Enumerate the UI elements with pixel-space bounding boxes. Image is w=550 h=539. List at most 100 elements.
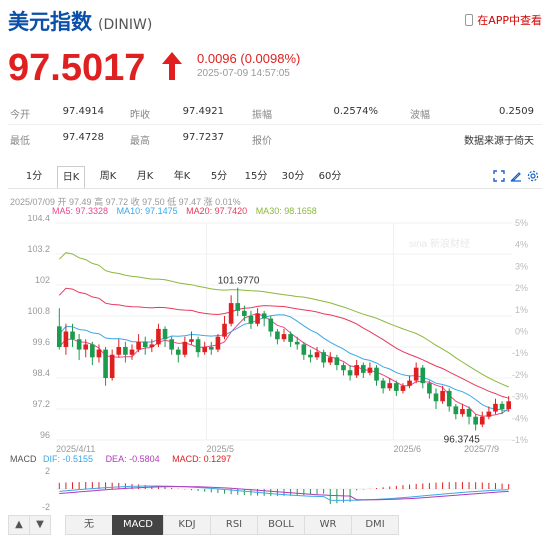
indicator-tab-boll[interactable]: BOLL — [257, 515, 305, 535]
sina-watermark: sina 新浪财经 — [409, 237, 470, 250]
candle-body — [407, 380, 412, 386]
stat-label: 报价 — [252, 136, 272, 147]
x-axis-label: 2025/6 — [393, 444, 421, 454]
candle-body — [228, 303, 234, 324]
y-tick-label: 103.2 — [27, 244, 50, 254]
y-tick-label: 96 — [40, 430, 50, 440]
candle-body — [182, 341, 188, 355]
candle-body — [169, 339, 174, 350]
y-right-tick-label: -1% — [512, 435, 528, 445]
macd-chart[interactable]: 2 -2 — [0, 464, 550, 514]
fullscreen-icon[interactable] — [493, 170, 505, 182]
candle-body — [96, 349, 102, 358]
candlestick-chart[interactable]: 104.4 103.2 102 100.8 99.6 98.4 97.2 96 5% 4% 3% 2%… — [0, 215, 550, 455]
candle-body — [83, 344, 89, 350]
candle-body — [63, 331, 69, 347]
stat-label: 昨收 — [130, 110, 150, 121]
candle-body — [123, 347, 128, 355]
stat-value: 0.2509 — [499, 106, 534, 117]
tab-monthly-k[interactable]: 月K — [131, 166, 159, 188]
current-price: 97.5017 — [8, 47, 146, 89]
scroll-down-button[interactable]: ▼ — [29, 515, 51, 535]
y-tick-label: 100.8 — [27, 306, 50, 316]
stat-label: 振幅 — [252, 110, 272, 121]
x-axis-label: 2025/4/11 — [56, 444, 95, 454]
candle-body — [427, 383, 432, 394]
candle-body — [261, 313, 267, 319]
indicator-tab-kdj[interactable]: KDJ — [163, 515, 211, 535]
tab-60min[interactable]: 60分 — [316, 166, 344, 188]
candle-body — [70, 331, 75, 340]
stats-row: 今开 97.4914 昨收 97.4921 振幅 0.2574% 波幅 0.25… — [0, 99, 550, 124]
candle-body — [189, 339, 194, 342]
index-name: 美元指数 — [8, 10, 92, 34]
candle-body — [446, 390, 452, 407]
candle-body — [149, 344, 155, 347]
candle-body — [202, 347, 208, 353]
candle-body — [222, 323, 227, 337]
data-source-note: 数据来源于倚天 — [464, 136, 534, 147]
tab-15min[interactable]: 15分 — [242, 166, 270, 188]
y-right-tick-label: 4% — [515, 240, 528, 250]
candle-body — [175, 349, 181, 355]
indicator-tab-wr[interactable]: WR — [304, 515, 352, 535]
candle-body — [499, 403, 505, 409]
candle-body — [506, 401, 512, 409]
candle-body — [275, 331, 280, 340]
candle-body — [248, 316, 254, 324]
candle-body — [76, 339, 82, 350]
index-code: (DINIW) — [98, 17, 153, 33]
candle-body — [420, 367, 426, 384]
tabs-divider — [8, 188, 542, 189]
tab-1min[interactable]: 1分 — [20, 166, 48, 188]
tab-yearly-k[interactable]: 年K — [168, 166, 196, 188]
candle-body — [195, 339, 201, 353]
open-in-app-label: 在APP中查看 — [477, 14, 542, 27]
indicator-tab-none[interactable]: 无 — [65, 515, 113, 535]
ma20-line — [58, 287, 509, 399]
y-right-tick-label: -4% — [512, 413, 528, 423]
candle-body — [479, 416, 485, 425]
indicator-tabs: ▲ ▼ 无 MACD KDJ RSI BOLL WR DMI — [8, 515, 399, 535]
candle-body — [235, 303, 241, 311]
candle-body — [90, 344, 95, 358]
tab-daily-k[interactable]: 日K — [57, 166, 85, 189]
tab-30min[interactable]: 30分 — [279, 166, 307, 188]
stat-value: 97.4921 — [182, 106, 224, 117]
indicator-tab-dmi[interactable]: DMI — [351, 515, 399, 535]
macd-value-label: MACD: 0.1297 — [172, 454, 232, 464]
candle-body — [56, 326, 62, 347]
candle-body — [242, 310, 247, 316]
draw-icon[interactable] — [510, 170, 522, 182]
candle-body — [314, 352, 320, 358]
candle-body — [321, 352, 326, 363]
dea-label: DEA: -0.5804 — [105, 454, 160, 464]
stat-value: 0.2574% — [333, 106, 379, 117]
stat-label: 最高 — [130, 136, 150, 147]
settings-icon[interactable] — [527, 170, 539, 182]
candle-body — [360, 365, 366, 373]
page-title: 美元指数 (DINIW) — [8, 6, 152, 36]
macd-title: MACD — [10, 454, 37, 464]
scroll-up-button[interactable]: ▲ — [8, 515, 30, 535]
indicator-tab-macd[interactable]: MACD — [112, 515, 164, 535]
candle-body — [466, 409, 472, 417]
candle-body — [142, 341, 148, 347]
y-tick-label: 102 — [35, 275, 50, 285]
tab-weekly-k[interactable]: 周K — [94, 166, 122, 188]
stats-row: 最低 97.4728 最高 97.7237 报价 数据来源于倚天 — [0, 125, 550, 150]
candle-body — [255, 313, 260, 324]
stat-label: 最低 — [10, 136, 30, 147]
candle-body — [327, 357, 333, 363]
candle-body — [301, 344, 307, 355]
open-in-app-link[interactable]: 在APP中查看 — [465, 12, 542, 28]
stat-value: 97.7237 — [182, 132, 224, 143]
candle-body — [453, 406, 459, 415]
y-tick-label: 98.4 — [32, 368, 50, 378]
indicator-tab-rsi[interactable]: RSI — [210, 515, 258, 535]
y-tick-label: 99.6 — [32, 337, 50, 347]
y-right-tick-label: -3% — [512, 392, 528, 402]
tab-5min[interactable]: 5分 — [205, 166, 233, 188]
y-right-tick-label: 0% — [515, 327, 528, 337]
candle-body — [109, 354, 115, 378]
